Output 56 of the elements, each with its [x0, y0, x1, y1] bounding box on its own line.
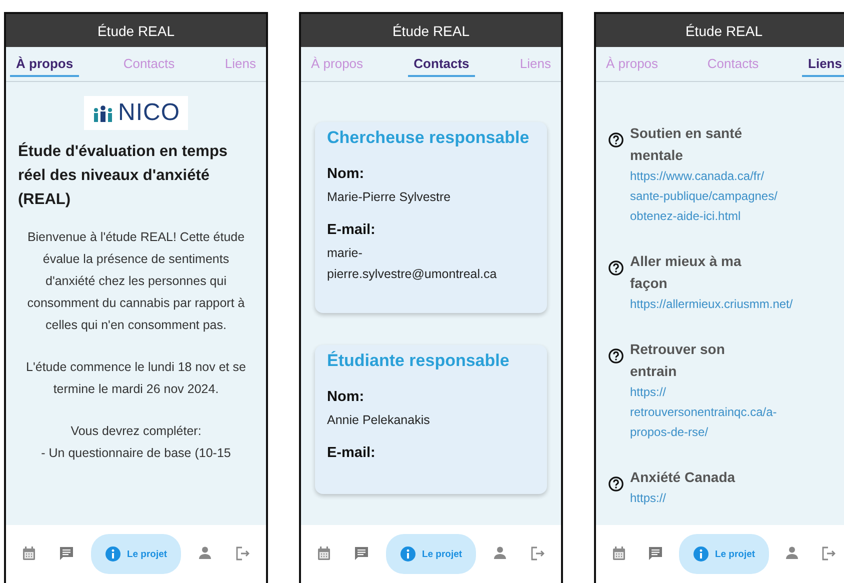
field-label: E-mail:: [327, 445, 376, 461]
person-icon: [785, 546, 800, 560]
help-icon: [608, 476, 624, 492]
paragraph: Bienvenue à l'étude REAL! Cette étude évalue la présence de sentiments d'anxiété chez les personnes qui consomment du cannabis par rapport à celles qui n'en consomment pas.: [26, 229, 246, 334]
link-title: Aller mieux à ma façon: [630, 252, 742, 293]
link-title: Anxiété Canada: [630, 468, 736, 487]
link-url[interactable]: https://www.canada.ca/fr/ sante-publique/campagnes/ obtenez-aide-ici.html: [630, 166, 778, 226]
paragraph: L'étude commence le lundi 18 nov et se termine le mardi 26 nov 2024.: [25, 359, 247, 398]
help-icon: [608, 348, 624, 364]
nav-item[interactable]: Le projet: [678, 534, 770, 574]
tab[interactable]: Contacts: [701, 47, 765, 77]
tab[interactable]: Liens: [802, 47, 844, 77]
field-label: E-mail:: [327, 222, 376, 238]
help-icon: [608, 260, 624, 276]
calendar-icon: [317, 546, 331, 561]
help-icon: [608, 132, 624, 148]
screen-title: Étude REAL: [97, 22, 175, 38]
calendar-icon: [612, 546, 626, 561]
card-heading: Chercheuse responsable: [327, 127, 530, 149]
screen-title: Étude REAL: [392, 22, 470, 38]
chat-icon: [58, 546, 74, 561]
tab[interactable]: Liens: [514, 47, 557, 77]
field-value: marie- pierre.sylvestre@umontreal.ca: [327, 245, 498, 283]
link-url[interactable]: https://: [630, 488, 760, 508]
person-icon: [198, 546, 212, 560]
chat-icon: [354, 546, 369, 561]
field-value: Annie Pelekanakis: [327, 412, 431, 429]
info-icon: [104, 546, 121, 562]
link-url[interactable]: https:// retrouversonentrainqc.ca/a- propos-de-rse/: [630, 382, 777, 442]
tab[interactable]: Liens: [218, 47, 262, 77]
info-icon: [692, 546, 709, 562]
link-url[interactable]: https://allermieux.criusmm.net/: [630, 294, 793, 314]
person-icon: [493, 546, 508, 560]
tab[interactable]: Contacts: [117, 47, 181, 77]
calendar-icon: [22, 546, 36, 561]
paragraph: Vous devrez compléter: - Un questionnaire de base (10-15: [41, 423, 231, 462]
tab[interactable]: À propos: [600, 47, 664, 77]
info-icon: [400, 546, 416, 562]
tab[interactable]: Contacts: [408, 47, 476, 77]
chat-icon: [648, 546, 663, 561]
nav-item[interactable]: Le projet: [386, 534, 476, 574]
logout-icon: [235, 546, 250, 561]
tab[interactable]: À propos: [305, 47, 370, 77]
link-title: Retrouver son entrain: [630, 340, 726, 381]
tab[interactable]: À propos: [10, 47, 80, 77]
logout-icon: [530, 546, 545, 561]
nav-item[interactable]: Le projet: [90, 534, 182, 574]
logo-text: NICO: [118, 99, 180, 127]
field-label: Nom:: [327, 389, 366, 405]
screen-title: Étude REAL: [685, 22, 763, 38]
logout-icon: [821, 546, 836, 561]
link-title: Soutien en santé mentale: [630, 124, 744, 165]
card-heading: Étudiante responsable: [327, 350, 510, 372]
study-heading: Étude d'évaluation en temps réel des niveaux d'anxiété (REAL): [18, 141, 229, 210]
field-label: Nom:: [327, 166, 366, 182]
field-value: Marie-Pierre Sylvestre: [327, 189, 452, 206]
